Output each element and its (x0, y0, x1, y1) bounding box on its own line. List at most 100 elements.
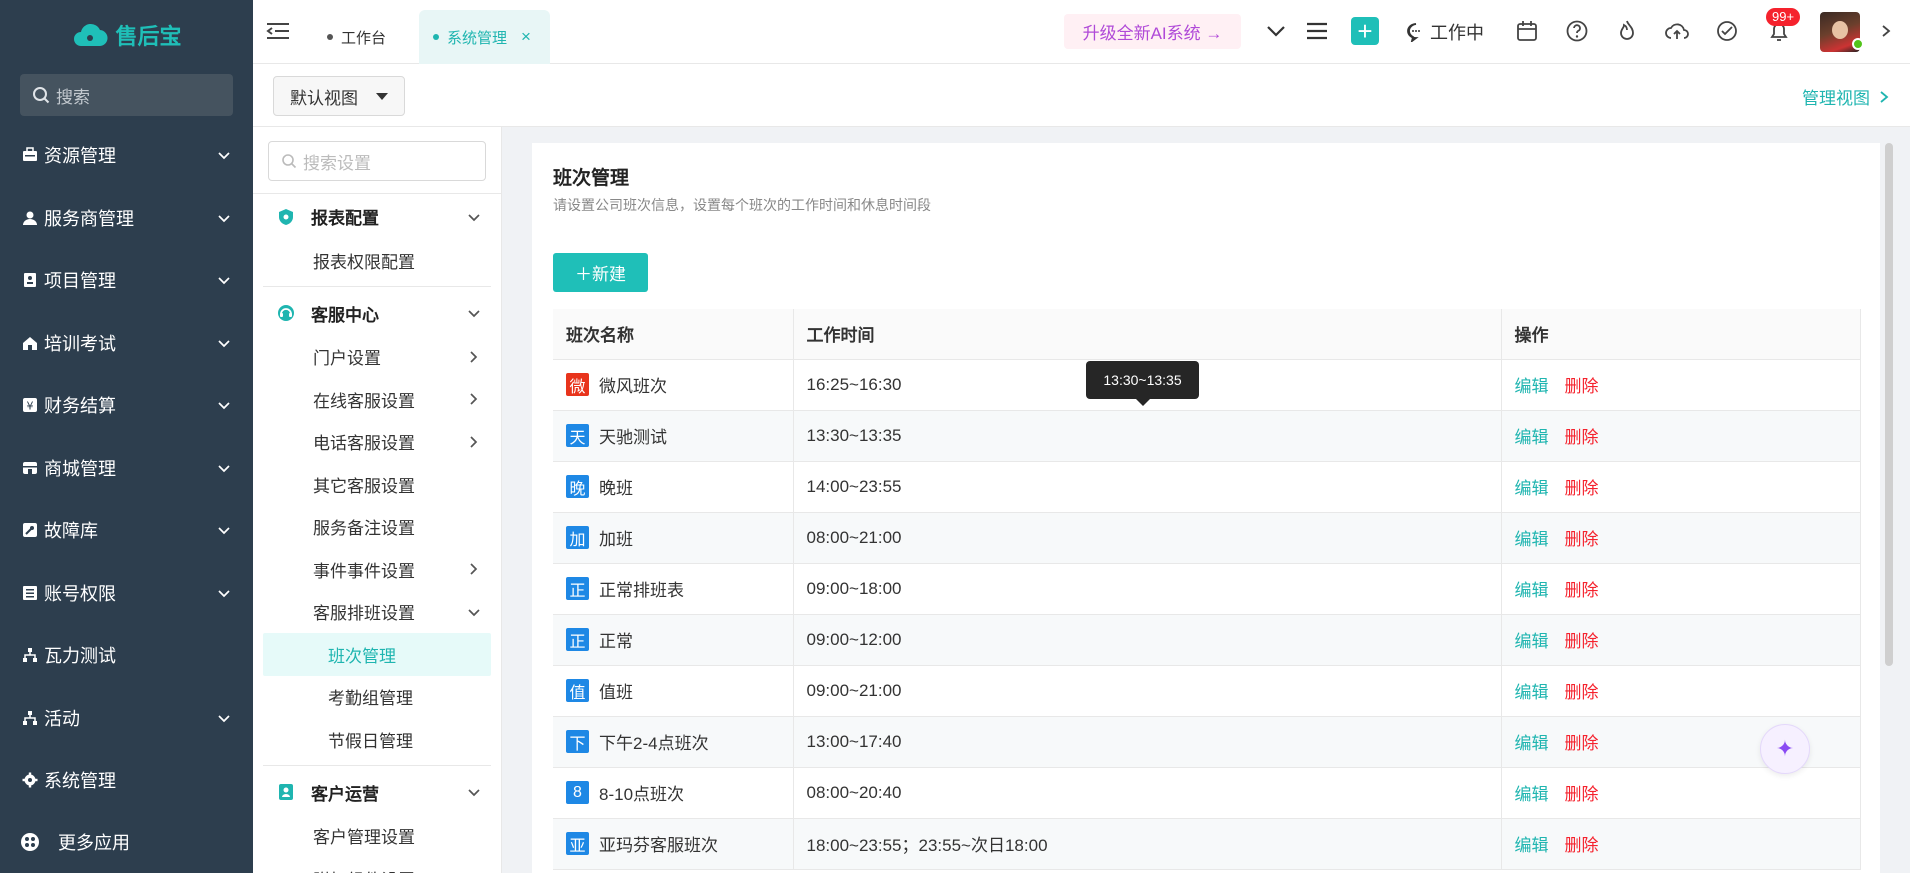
table-header-row: 班次名称 工作时间 操作 (553, 309, 1861, 360)
settings-item[interactable]: 事件事件设置 (253, 548, 501, 591)
shift-time: 09:00~18:00 (793, 563, 1502, 615)
edit-link[interactable]: 编辑 (1515, 632, 1549, 651)
settings-item[interactable]: 报表权限配置 (253, 239, 501, 282)
edit-link[interactable]: 编辑 (1515, 836, 1549, 855)
close-icon[interactable]: × (521, 27, 531, 47)
edit-link[interactable]: 编辑 (1515, 581, 1549, 600)
chevron-right-icon (470, 351, 478, 363)
nav-item-5[interactable]: ¥ 财务结算 (0, 374, 253, 437)
shift-time: 09:00~21:00 (793, 665, 1502, 717)
manage-view-link[interactable]: 管理视图 (1802, 84, 1890, 109)
settings-item[interactable]: 服务备注设置 (253, 506, 501, 549)
shift-name: 微风班次 (599, 377, 667, 396)
settings-item[interactable]: 在线客服设置 (253, 378, 501, 421)
edit-link[interactable]: 编辑 (1515, 683, 1549, 702)
shift-time: 14:00~23:55 (793, 461, 1502, 513)
settings-group-3[interactable]: 客户运营 (253, 770, 501, 815)
nav-item-3[interactable]: 项目管理 (0, 249, 253, 312)
settings-subitem[interactable]: 班次管理 (263, 633, 491, 676)
chevron-down-icon (218, 215, 230, 222)
inbox-icon[interactable] (1714, 18, 1740, 44)
clipboard-icon (20, 272, 40, 288)
tab-system-management[interactable]: 系统管理 × (419, 10, 550, 64)
edit-link[interactable]: 编辑 (1515, 377, 1549, 396)
shift-name-cell: 微微风班次 (553, 359, 794, 411)
table-row: 加加班 08:00~21:00 编辑 删除 (553, 512, 1861, 564)
shift-name: 正常 (599, 632, 633, 651)
shift-actions-cell: 编辑 删除 (1501, 767, 1861, 819)
edit-link[interactable]: 编辑 (1515, 530, 1549, 549)
menu-icon[interactable] (1304, 18, 1330, 44)
delete-link[interactable]: 删除 (1565, 785, 1599, 804)
settings-item-label: 客服排班设置 (313, 604, 415, 624)
table-row: 8 8-10点班次 08:00~20:40 编辑 删除 (553, 767, 1861, 819)
settings-subitem[interactable]: 考勤组管理 (253, 676, 501, 719)
add-button[interactable]: + (1351, 17, 1379, 45)
tab-workbench[interactable]: 工作台 (313, 10, 400, 64)
nav-item-4[interactable]: 培训考试 (0, 312, 253, 375)
settings-item[interactable]: 客服排班设置 (253, 591, 501, 634)
nav-item-11[interactable]: 系统管理 (0, 749, 253, 812)
new-shift-button[interactable]: ＋新建 (553, 253, 648, 292)
settings-search-input[interactable]: 搜索设置 (268, 141, 486, 181)
org-icon (20, 647, 40, 663)
online-status-dot (1852, 38, 1864, 50)
edit-link[interactable]: 编辑 (1515, 785, 1549, 804)
chevron-down-icon (218, 590, 230, 597)
settings-item[interactable]: 客户管理设置 (253, 815, 501, 858)
cloud-upload-icon[interactable] (1664, 18, 1690, 44)
collapse-menu-icon[interactable] (265, 18, 291, 44)
nav-item-7[interactable]: 故障库 (0, 499, 253, 562)
delete-link[interactable]: 删除 (1565, 836, 1599, 855)
more-apps-button[interactable]: 更多应用 (20, 829, 130, 855)
upgrade-ai-button[interactable]: 升级全新AI系统 → (1064, 14, 1241, 49)
scrollbar-thumb[interactable] (1885, 143, 1893, 666)
delete-link[interactable]: 删除 (1565, 428, 1599, 447)
edit-link[interactable]: 编辑 (1515, 428, 1549, 447)
page-description: 请设置公司班次信息，设置每个班次的工作时间和休息时间段 (553, 197, 931, 213)
delete-link[interactable]: 删除 (1565, 734, 1599, 753)
delete-link[interactable]: 删除 (1565, 683, 1599, 702)
work-status[interactable]: 工作中 (1406, 19, 1484, 45)
shift-name-cell: 加加班 (553, 512, 794, 564)
calendar-icon[interactable] (1514, 18, 1540, 44)
delete-link[interactable]: 删除 (1565, 377, 1599, 396)
nav-item-2[interactable]: 服务商管理 (0, 187, 253, 250)
tab-label: 工作台 (341, 29, 387, 47)
delete-link[interactable]: 删除 (1565, 581, 1599, 600)
help-icon[interactable] (1564, 18, 1590, 44)
delete-link[interactable]: 删除 (1565, 479, 1599, 498)
content-card: 班次管理 请设置公司班次信息，设置每个班次的工作时间和休息时间段 ＋新建 班次名… (532, 143, 1880, 873)
shift-name: 正常排班表 (599, 581, 684, 600)
nav-item-8[interactable]: 账号权限 (0, 562, 253, 625)
delete-link[interactable]: 删除 (1565, 530, 1599, 549)
settings-group-2[interactable]: 客服中心 (253, 291, 501, 336)
nav-item-9[interactable]: 瓦力测试 (0, 624, 253, 687)
chevron-down-icon (468, 213, 480, 221)
settings-item[interactable]: 附加组件设置 (253, 857, 501, 873)
edit-link[interactable]: 编辑 (1515, 479, 1549, 498)
settings-group-1[interactable]: 报表配置 (253, 194, 501, 239)
nav-item-10[interactable]: 活动 (0, 687, 253, 750)
settings-item[interactable]: 其它客服设置 (253, 463, 501, 506)
shift-tag: 加 (566, 526, 589, 549)
settings-item-label: 门户设置 (313, 349, 381, 369)
logo[interactable]: 售后宝 (0, 0, 253, 70)
chevron-down-icon (218, 402, 230, 410)
chevron-down-icon[interactable] (1263, 18, 1289, 44)
nav-item-6[interactable]: 商城管理 (0, 437, 253, 500)
shift-actions-cell: 编辑 删除 (1501, 614, 1861, 666)
nav-item-1[interactable]: 资源管理 (0, 124, 253, 187)
search-icon (282, 154, 297, 169)
settings-item[interactable]: 门户设置 (253, 336, 501, 379)
flame-icon[interactable] (1614, 18, 1640, 44)
ai-assistant-button[interactable]: ✦ (1760, 724, 1810, 774)
chevron-right-icon[interactable] (1879, 24, 1893, 38)
view-select[interactable]: 默认视图 (273, 76, 405, 116)
nav-search-input[interactable]: 搜索 (20, 74, 233, 116)
settings-item[interactable]: 电话客服设置 (253, 421, 501, 464)
settings-subitem[interactable]: 节假日管理 (253, 718, 501, 761)
delete-link[interactable]: 删除 (1565, 632, 1599, 651)
chevron-down-icon (218, 527, 230, 535)
edit-link[interactable]: 编辑 (1515, 734, 1549, 753)
